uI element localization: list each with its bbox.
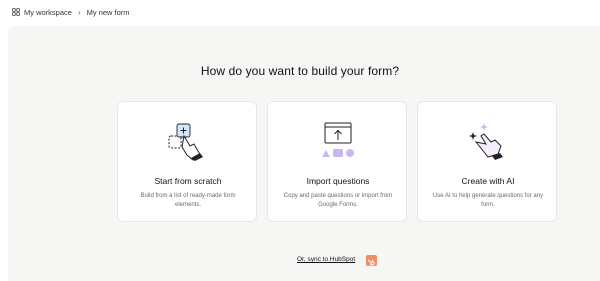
breadcrumb-workspace-link[interactable]: My workspace <box>24 8 72 17</box>
breadcrumb-current-form: My new form <box>86 7 130 17</box>
import-questions-card[interactable]: Import questions Copy and paste question… <box>267 101 407 222</box>
start-from-scratch-card[interactable]: Start from scratch Build from a list of … <box>117 101 257 222</box>
hand-plus-icon <box>168 123 203 161</box>
card-title: Start from scratch <box>154 176 222 186</box>
card-description: Use AI to help generate questions for an… <box>432 193 544 208</box>
create-with-ai-card[interactable]: Create with AI Use AI to help generate q… <box>417 101 557 222</box>
workspace-grid-icon <box>12 8 20 16</box>
card-description: Build from a list of ready-made form ele… <box>140 193 236 208</box>
sparkle-hand-icon <box>469 123 503 160</box>
hubspot-icon[interactable] <box>366 255 377 267</box>
card-description: Copy and paste questions or import from … <box>283 193 393 208</box>
import-window-icon <box>322 122 354 157</box>
card-title: Create with AI <box>461 176 515 186</box>
breadcrumb: My workspace › My new form <box>0 0 600 24</box>
sync-hubspot-link[interactable]: Or, sync to HubSpot <box>297 256 355 263</box>
page-heading: How do you want to build your form? <box>200 64 400 78</box>
card-title: Import questions <box>306 176 370 186</box>
chevron-right-icon: › <box>77 7 81 17</box>
